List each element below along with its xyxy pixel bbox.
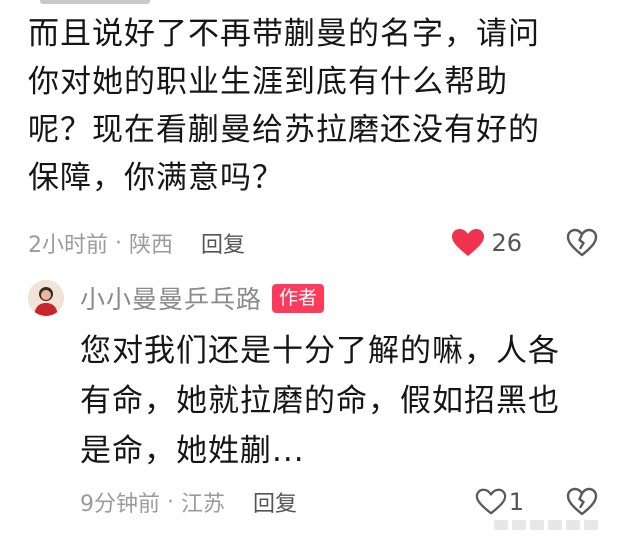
comment-like-button[interactable]: 26 [451, 226, 522, 260]
comment-location: 陕西 [128, 233, 173, 258]
comment-meta-row: 2小时前 · 陕西 回复 26 [28, 226, 608, 260]
watermark [494, 520, 614, 534]
heart-icon [452, 229, 485, 256]
broken-heart-icon[interactable] [566, 487, 598, 517]
comment-text: 而且说好了不再带蒯曼的名字，请问 你对她的职业生涯到底有什么帮助 呢？现在看蒯曼… [28, 16, 540, 196]
reply-text: 您对我们还是十分了解的嘛，人各 有命，她就拉磨的命，假如招黑也 是命，她姓蒯..… [80, 333, 560, 469]
reply-time: 9分钟前 [80, 492, 160, 517]
author-badge: 作者 [272, 283, 325, 313]
reply-meta-row: 9分钟前 · 江苏 回复 1 [80, 485, 608, 519]
broken-heart-icon[interactable] [566, 228, 598, 258]
comment-like-count: 26 [491, 229, 522, 257]
meta-dot: · [160, 489, 181, 515]
reply-reply-button[interactable]: 回复 [253, 486, 297, 518]
comment-reply-button[interactable]: 回复 [201, 227, 245, 259]
avatar-image [28, 280, 64, 316]
avatar[interactable] [28, 280, 64, 316]
reply-like-button[interactable]: 1 [475, 485, 524, 519]
comment-time: 2小时前 [28, 233, 108, 258]
previous-content-edge [40, 0, 150, 4]
reply-location: 江苏 [180, 492, 225, 517]
reply-like-count: 1 [508, 488, 524, 516]
meta-dot: · [108, 230, 129, 256]
reply-author-name[interactable]: 小小曼曼乒乓路 [80, 280, 262, 316]
heart-icon [475, 488, 506, 515]
reply-header: 小小曼曼乒乓路 作者 [80, 278, 325, 318]
